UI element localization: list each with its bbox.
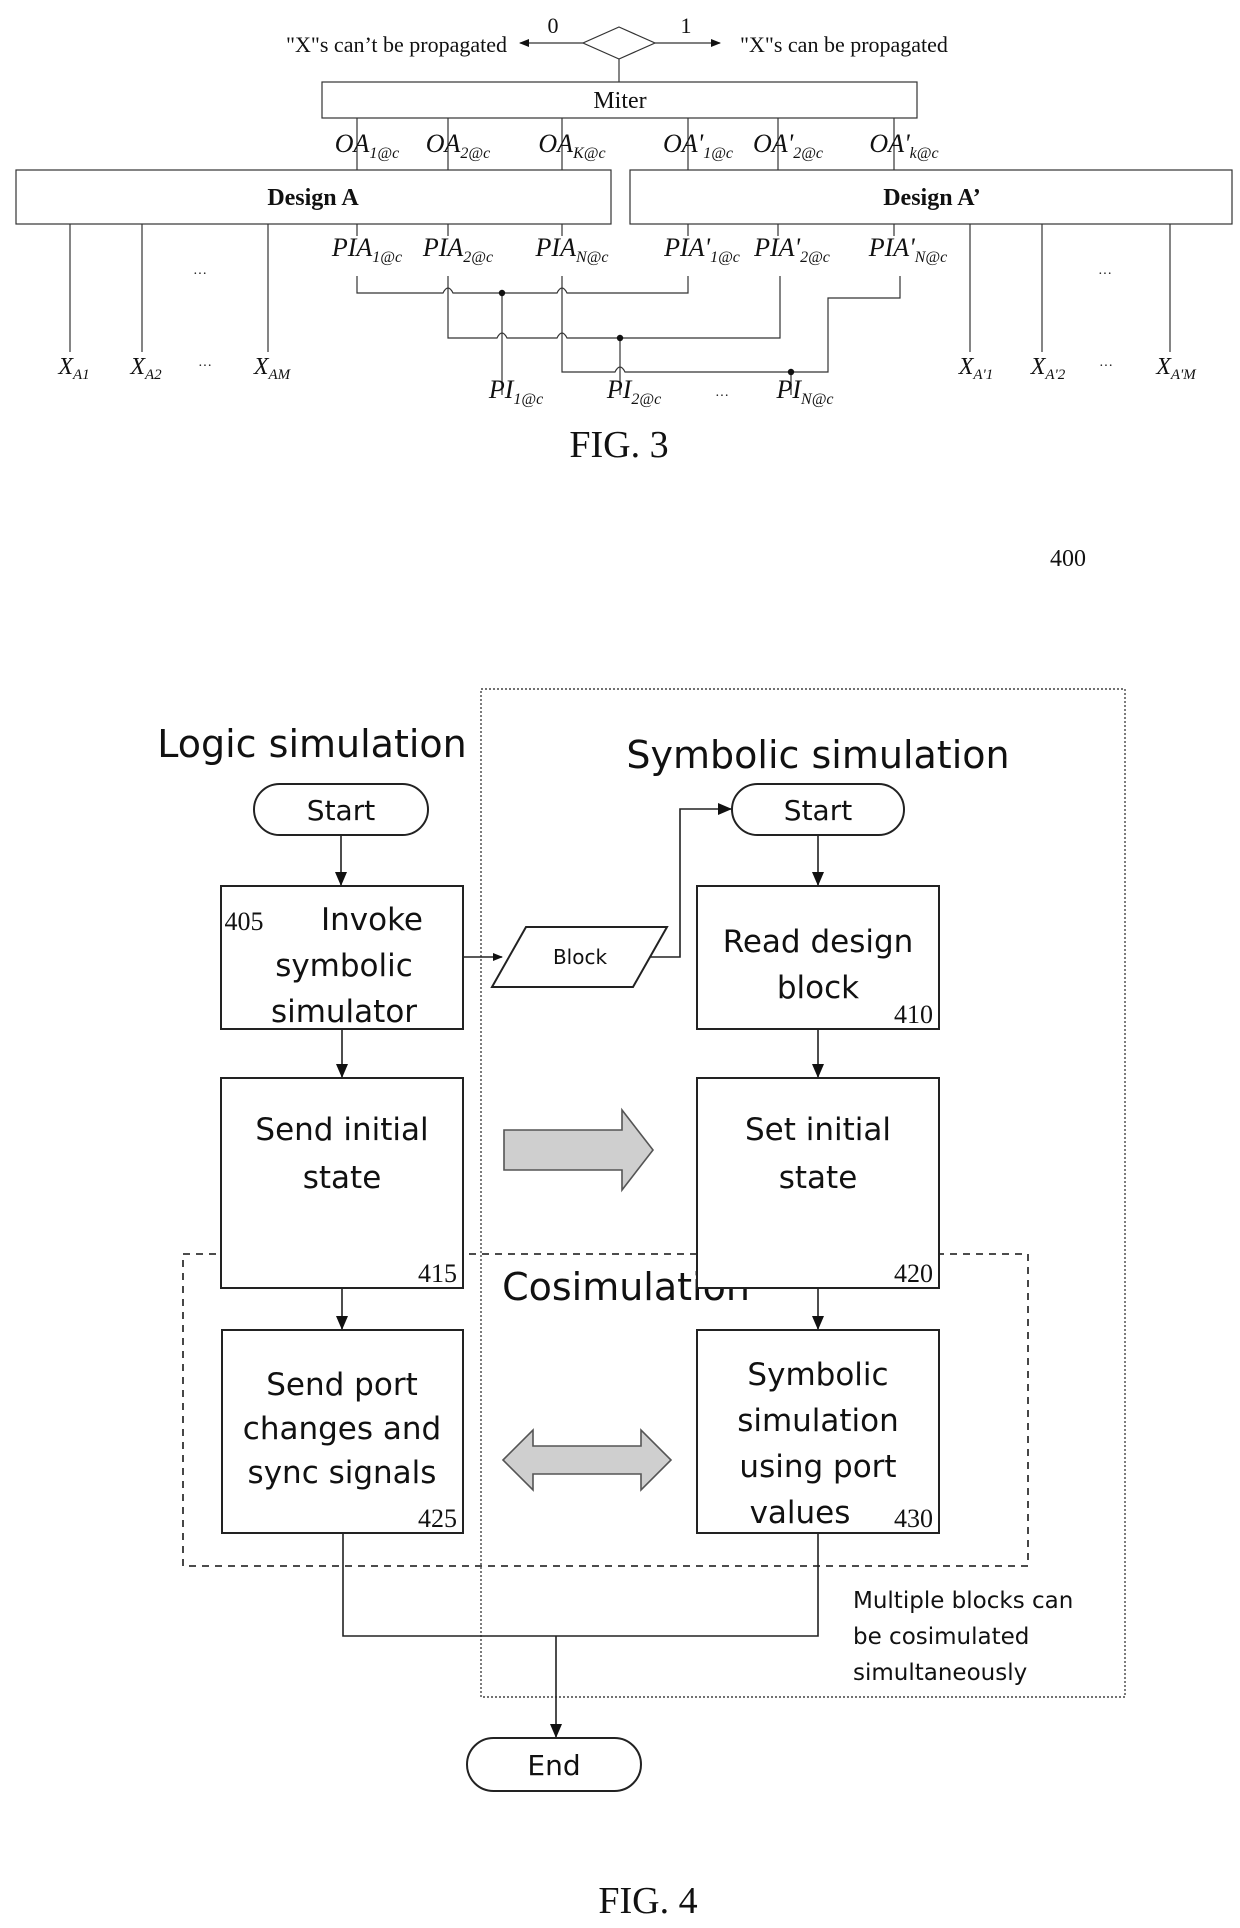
x-ellipsis-left: ··· (193, 267, 207, 282)
patent-figures: 0 1 "X"s can’t be propagated "X"s can be… (15, 13, 1233, 1922)
step-420-line-2: state (779, 1160, 858, 1196)
output-label-a-3: OAK@c (538, 129, 605, 162)
logic-start-label: Start (307, 794, 375, 827)
output-labels: OA1@c OA2@c OAK@c OA'1@c OA'2@c OA'k@c (335, 129, 939, 162)
note-line-1: Multiple blocks can (853, 1588, 1073, 1614)
x-label-a-2: XA2 (129, 354, 162, 383)
output-label-a-prime-3: OA'k@c (869, 129, 938, 162)
output-label-a-2: OA2@c (426, 129, 491, 162)
label-zero: 0 (548, 13, 559, 38)
step-430-line-1: Symbolic (747, 1357, 888, 1393)
design-a-prime-title: Design A’ (883, 185, 981, 211)
x-ellipsis-right-bottom: ··· (1099, 359, 1113, 374)
step-410-line-1: Read design (723, 924, 914, 960)
pia-label-a-prime-2: PIA'2@c (753, 233, 830, 266)
step-420-number: 420 (894, 1259, 933, 1288)
bidirectional-block-arrow (501, 1428, 673, 1492)
step-415-line-1: Send initial (255, 1112, 428, 1148)
x-label-a-3: XAM (253, 354, 292, 383)
cosimulation-note: Multiple blocks can be cosimulated simulta… (853, 1588, 1073, 1686)
pia-label-a-2: PIA2@c (422, 233, 493, 266)
step-405-line-3: simulator (271, 994, 417, 1030)
symbolic-simulation-heading: Symbolic simulation (626, 733, 1009, 777)
step-430-line-2: simulation (737, 1403, 899, 1439)
note-line-2: be cosimulated (853, 1624, 1029, 1650)
pi-ellipsis: ··· (715, 389, 729, 404)
pi-label-2: PI2@c (606, 375, 661, 408)
miter-label: Miter (593, 88, 646, 114)
end-label: End (527, 1749, 580, 1782)
symbolic-start-label: Start (784, 794, 852, 827)
decision-diamond (581, 26, 657, 60)
step-430-line-4: values (750, 1495, 851, 1531)
pi-label-3: PIN@c (775, 375, 833, 408)
send-state-block-arrow (503, 1107, 655, 1193)
step-415-line-2: state (303, 1160, 382, 1196)
x-label-a-prime-3: XA'M (1155, 354, 1197, 383)
step-410-number: 410 (894, 1000, 933, 1029)
block-data-label: Block (553, 945, 608, 969)
step-415-number: 415 (418, 1259, 457, 1288)
design-a-title: Design A (267, 185, 359, 211)
step-430-line-3: using port (739, 1449, 896, 1485)
step-405-number: 405 (225, 907, 264, 936)
step-425-line-2: changes and (243, 1411, 441, 1447)
output-label-a-prime-1: OA'1@c (663, 129, 733, 162)
logic-simulation-heading: Logic simulation (157, 722, 467, 766)
x-label-a-1: XA1 (57, 354, 89, 383)
junction-pi1 (498, 289, 506, 297)
step-430-number: 430 (894, 1504, 933, 1533)
step-425-line-1: Send port (266, 1367, 417, 1403)
step-410-line-2: block (777, 970, 859, 1006)
step-420-line-1: Set initial (745, 1112, 891, 1148)
x-ellipsis-right: ··· (1098, 267, 1112, 282)
step-425-line-3: sync signals (248, 1455, 437, 1491)
step-425-number: 425 (418, 1504, 457, 1533)
cannot-propagate-label: "X"s can’t be propagated (286, 32, 507, 57)
fig3: 0 1 "X"s can’t be propagated "X"s can be… (15, 13, 1233, 466)
label-one: 1 (681, 13, 692, 38)
fig4-caption: FIG. 4 (598, 1880, 697, 1922)
x-input-wires (69, 224, 1171, 352)
pia-label-a-3: PIAN@c (535, 233, 609, 266)
pia-label-a-prime-3: PIA'N@c (868, 233, 947, 266)
figure-reference-number: 400 (1050, 546, 1086, 572)
fig3-caption: FIG. 3 (569, 424, 668, 466)
step-405-line-1: Invoke (321, 902, 423, 938)
note-line-3: simultaneously (853, 1660, 1027, 1686)
pia-label-a-1: PIA1@c (331, 233, 402, 266)
output-label-a-1: OA1@c (335, 129, 400, 162)
step-405-line-2: symbolic (275, 948, 413, 984)
output-label-a-prime-2: OA'2@c (753, 129, 823, 162)
pia-labels: PIA1@c PIA2@c PIAN@c PIA'1@c PIA'2@c PIA'N@c (331, 233, 947, 266)
fig4: 400 Logic simulation Symbolic simulation… (157, 546, 1126, 1922)
x-label-a-prime-1: XA'1 (958, 354, 994, 383)
pia-label-a-prime-1: PIA'1@c (663, 233, 740, 266)
x-label-a-prime-2: XA'2 (1030, 354, 1066, 383)
pi-label-1: PI1@c (488, 375, 543, 408)
can-propagate-label: "X"s can be propagated (740, 32, 948, 57)
primary-input-labels: PI1@c PI2@c PIN@c (488, 375, 834, 408)
junction-pi2 (616, 334, 624, 342)
x-ellipsis-left-bottom: ··· (198, 359, 212, 374)
